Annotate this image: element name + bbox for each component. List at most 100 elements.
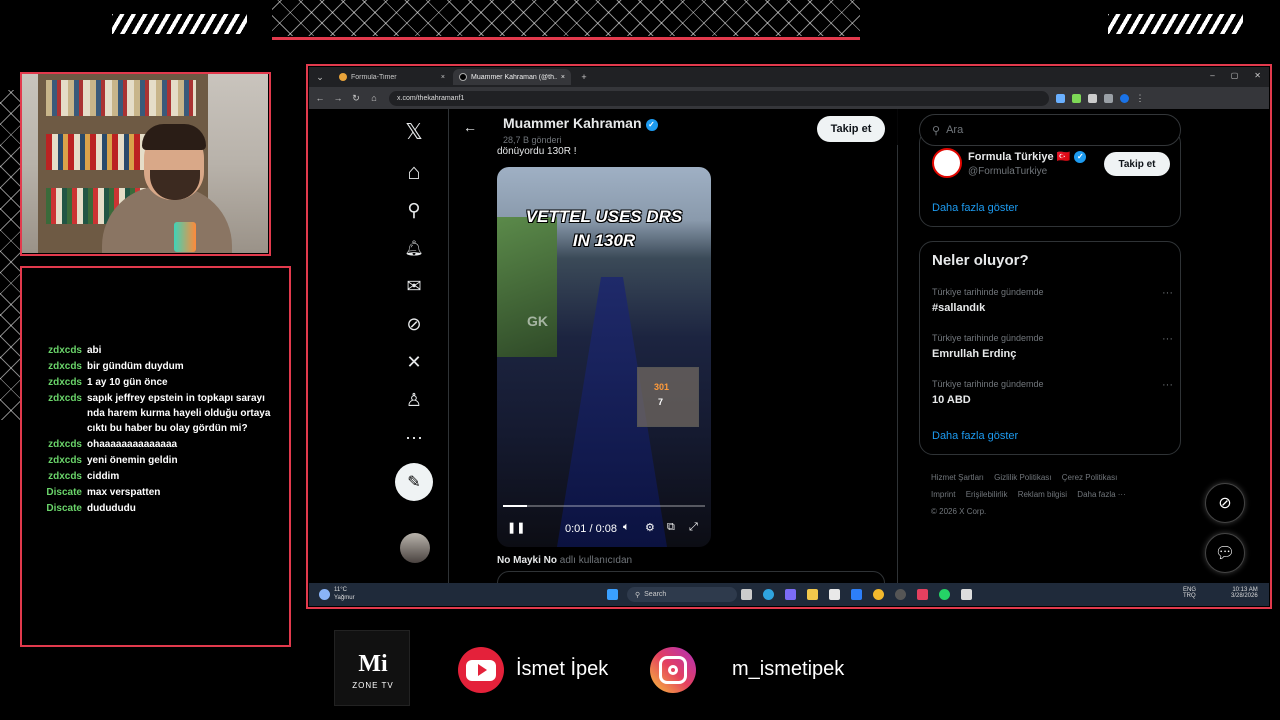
files-icon[interactable]	[807, 589, 818, 600]
whatsapp-icon[interactable]	[939, 589, 950, 600]
menu-icon[interactable]: ⋮	[1133, 93, 1147, 104]
follow-button[interactable]: Takip et	[817, 116, 885, 142]
search-icon: ⚲	[932, 124, 941, 137]
fullscreen-icon[interactable]: ⤢	[689, 521, 698, 534]
follow-button[interactable]: Takip et	[1104, 152, 1170, 176]
new-tab-button[interactable]: +	[577, 72, 591, 82]
back-arrow-icon[interactable]: ←	[463, 119, 477, 135]
top-diamond-pattern	[272, 0, 860, 36]
chat-text: max verspatten	[87, 487, 161, 498]
footer-link[interactable]: Çerez Politikası	[1062, 473, 1118, 482]
chat-panel: zdxcds abi zdxcds bir gündüm duydum zdxc…	[22, 268, 288, 646]
tab-x-profile[interactable]: Muammer Kahraman (@th... ×	[453, 69, 571, 85]
chat-message: Discate max verspatten	[22, 485, 288, 500]
footer-link[interactable]: Imprint	[931, 490, 955, 499]
extension-icon[interactable]	[1072, 93, 1081, 103]
show-more-link[interactable]: Daha fazla göster	[932, 430, 1018, 442]
profile-icon[interactable]	[1120, 93, 1129, 103]
instagram-app-icon[interactable]	[917, 589, 928, 600]
more-options-icon[interactable]: ···	[1162, 333, 1173, 345]
settings-icon[interactable]: ⚙	[645, 521, 655, 534]
footer-link[interactable]: Hizmet Şartları	[931, 473, 984, 482]
grok-float-button[interactable]: ⊘	[1205, 483, 1245, 523]
extension-icon[interactable]	[1088, 93, 1097, 103]
window-controls: – ▢ ✕	[1210, 71, 1261, 80]
taskbar-search[interactable]: ⚲ Search	[627, 587, 737, 602]
chrome-icon[interactable]	[873, 589, 884, 600]
app-icon[interactable]	[961, 589, 972, 600]
x-logo-icon[interactable]: 𝕏	[394, 117, 434, 147]
mug	[174, 222, 196, 252]
x-premium-icon[interactable]: ✕	[394, 347, 434, 377]
grok-icon[interactable]: ⊘	[394, 309, 434, 339]
trends-card: Neler oluyor? Türkiye tarihinde gündemde…	[919, 241, 1181, 455]
messages-float-button[interactable]: 💬︎	[1205, 533, 1245, 573]
trend-name[interactable]: 10 ABD	[932, 394, 971, 406]
close-tab-icon[interactable]: ×	[561, 74, 565, 81]
compose-post-button[interactable]: ✎	[395, 463, 433, 501]
video-player[interactable]: VETTEL USES DRS IN 130R GK 301 7 ❚❚ 0:01…	[497, 167, 711, 547]
obs-icon[interactable]	[895, 589, 906, 600]
mail-app-icon[interactable]	[851, 589, 862, 600]
top-right-stripes	[1108, 14, 1243, 34]
back-icon[interactable]: ←	[313, 93, 327, 103]
weather-icon[interactable]	[319, 589, 330, 600]
chat-message: zdxcds yeni önemin geldin	[22, 453, 288, 468]
footer-link[interactable]: Erişilebilirlik	[966, 490, 1008, 499]
reload-icon[interactable]: ↻	[349, 93, 363, 104]
right-sidebar: Formula Türkiye 🇹🇷 ✓ @FormulaTurkiye Taki…	[919, 109, 1183, 583]
pause-icon[interactable]: ❚❚	[507, 521, 525, 534]
close-window-button[interactable]: ✕	[1254, 71, 1261, 80]
profile-icon[interactable]: ♙	[394, 385, 434, 415]
account-avatar[interactable]	[400, 533, 430, 563]
url-text: x.com/thekahramanf1	[397, 94, 465, 102]
maximize-button[interactable]: ▢	[1231, 71, 1239, 80]
more-options-icon[interactable]: ···	[1162, 287, 1173, 299]
footer-link[interactable]: Gizlilik Politikası	[994, 473, 1051, 482]
video-caption: VETTEL USES DRS IN 130R	[525, 207, 683, 250]
tab-formula-timer[interactable]: Formula-Timer ×	[333, 69, 451, 85]
chat-text: yeni önemin geldin	[87, 455, 178, 466]
account-name[interactable]: Formula Türkiye 🇹🇷 ✓	[968, 150, 1087, 163]
forward-icon[interactable]: →	[331, 93, 345, 103]
logo-subtext: ZONE TV	[352, 681, 394, 690]
volume-icon[interactable]: 🔈︎	[623, 521, 630, 534]
bell-icon[interactable]: 🔔︎	[394, 233, 434, 263]
home-icon[interactable]: ⌂	[367, 93, 381, 103]
instagram-name: m_ismetipek	[732, 658, 845, 680]
chat-username: zdxcds	[48, 471, 82, 482]
copilot-icon[interactable]	[785, 589, 796, 600]
more-icon[interactable]: ⋯	[394, 423, 434, 453]
more-options-icon[interactable]: ···	[1162, 379, 1173, 391]
close-tab-icon[interactable]: ×	[441, 74, 445, 81]
windows-taskbar: 11°C Yağmur ⚲ Search ENG TRQ 10:13 AM 3/…	[309, 583, 1269, 606]
windows-start-icon[interactable]	[607, 589, 618, 600]
search-input[interactable]: ⚲ Ara	[919, 114, 1181, 146]
instagram-icon	[650, 647, 696, 693]
clock[interactable]: 10:13 AM 3/28/2026	[1231, 587, 1258, 599]
pip-icon[interactable]: ⧉	[667, 521, 675, 534]
chat-message: zdxcds ohaaaaaaaaaaaaaa	[22, 437, 288, 452]
url-field[interactable]: x.com/thekahramanf1	[389, 90, 1049, 106]
trend-name[interactable]: Emrullah Erdinç	[932, 348, 1016, 360]
x-page: 𝕏 ⌂ ⚲ 🔔︎ ✉ ⊘ ✕ ♙ ⋯ ✎ dönüyordu 130R ! ← …	[309, 109, 1269, 591]
language-indicator[interactable]: ENG TRQ	[1183, 587, 1196, 599]
verified-badge-icon: ✓	[645, 119, 658, 131]
extension-icon[interactable]	[1104, 93, 1113, 103]
profile-post-count: 28,7 B gönderi	[503, 135, 562, 145]
footer-link[interactable]: Reklam bilgisi	[1018, 490, 1067, 499]
footer-link[interactable]: Daha fazla ···	[1077, 490, 1125, 499]
edge-icon[interactable]	[763, 589, 774, 600]
home-icon[interactable]: ⌂	[394, 157, 434, 187]
extension-icon[interactable]	[1056, 93, 1065, 103]
store-icon[interactable]	[829, 589, 840, 600]
tab-search-icon[interactable]: ⌄	[313, 72, 327, 83]
video-progress-bar[interactable]	[503, 505, 705, 507]
show-more-link[interactable]: Daha fazla göster	[932, 202, 1018, 214]
search-icon[interactable]: ⚲	[394, 195, 434, 225]
task-view-icon[interactable]	[741, 589, 752, 600]
trend-name[interactable]: #sallandık	[932, 302, 985, 314]
mail-icon[interactable]: ✉	[394, 271, 434, 301]
formula-turkiye-avatar[interactable]	[932, 148, 962, 178]
minimize-button[interactable]: –	[1210, 71, 1214, 80]
